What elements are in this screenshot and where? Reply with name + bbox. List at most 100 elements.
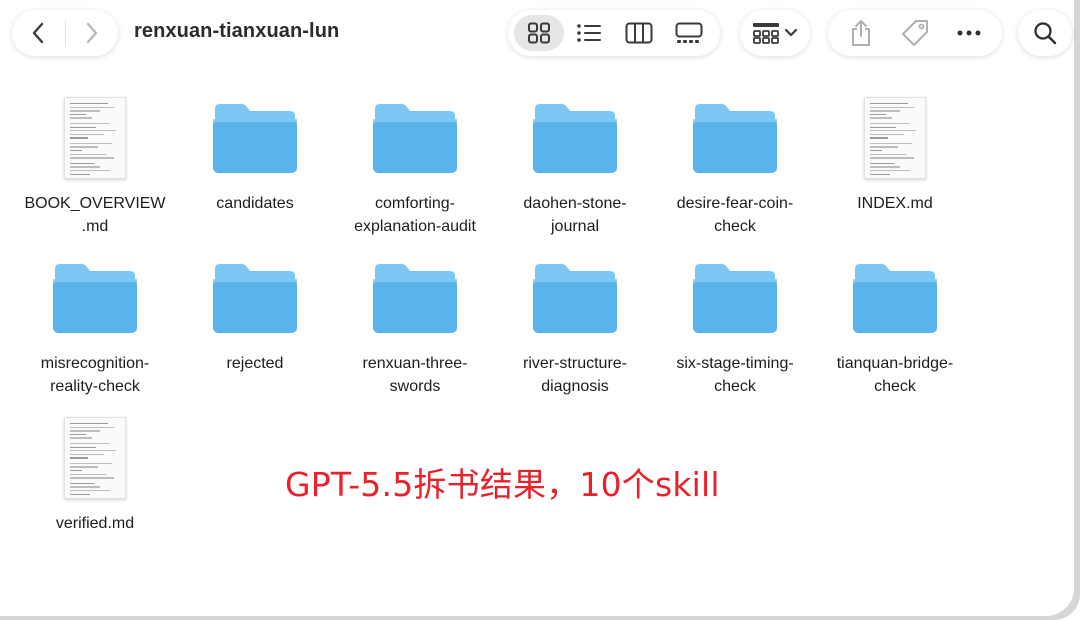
ellipsis-icon [957, 30, 981, 36]
folder-item-daohen-stone-journal[interactable]: daohen-stone- journal [495, 92, 655, 238]
navigation-controls [12, 10, 118, 56]
file-label: six-stage-timing- check [676, 355, 794, 395]
document-text-line [70, 462, 112, 465]
document-text-line [870, 150, 882, 152]
file-item-index[interactable]: INDEX.md [815, 92, 975, 215]
document-text-line [70, 450, 116, 452]
document-text-line [70, 122, 110, 125]
folder-thumbnail [47, 252, 143, 344]
document-text-line [870, 126, 896, 128]
file-label: comforting- explanation-audit [354, 195, 476, 235]
folder-thumbnail [207, 92, 303, 184]
folder-item-desire-fear-coin-check[interactable]: desire-fear-coin- check [655, 92, 815, 238]
document-text-line [870, 110, 900, 112]
icon-view-button[interactable] [514, 15, 564, 51]
folder-item-comforting-explanation-audit[interactable]: comforting- explanation-audit [335, 92, 495, 238]
file-item-verified[interactable]: verified.md [15, 412, 175, 535]
folder-thumbnail [207, 252, 303, 344]
document-text-line [870, 137, 888, 139]
folder-item-river-structure-diagnosis[interactable]: river-structure- diagnosis [495, 252, 655, 398]
document-text-line [70, 106, 114, 108]
document-text-line [870, 122, 910, 125]
document-text-line [70, 166, 100, 168]
folder-icon [533, 104, 617, 173]
file-label: verified.md [55, 515, 135, 532]
grid-icon [528, 22, 550, 44]
document-thumbnail [47, 412, 143, 504]
document-text-line [870, 169, 910, 172]
folder-icon [53, 264, 137, 333]
folder-icon [213, 104, 297, 173]
gallery-view-button[interactable] [664, 15, 714, 51]
search-button[interactable] [1018, 10, 1072, 56]
document-text-line [70, 466, 98, 468]
document-text-line [70, 130, 116, 132]
folder-thumbnail [367, 252, 463, 344]
document-text-line [70, 442, 110, 445]
document-text-line [870, 113, 886, 116]
annotation-text: GPT-5.5拆书结果，10个skill [285, 465, 720, 504]
columns-icon [625, 22, 653, 44]
folder-item-six-stage-timing-check[interactable]: six-stage-timing- check [655, 252, 815, 398]
folder-icon [373, 264, 457, 333]
document-thumbnail [847, 92, 943, 184]
column-view-button[interactable] [614, 15, 664, 51]
document-text-line [70, 473, 106, 475]
document-text-line [870, 103, 908, 105]
folder-item-tianquan-bridge-check[interactable]: tianquan-bridge- check [815, 252, 975, 398]
folder-item-rejected[interactable]: rejected [175, 252, 335, 375]
document-text-line [70, 423, 108, 425]
document-text-line [70, 426, 114, 428]
document-text-line [70, 157, 114, 159]
document-text-line [70, 169, 110, 172]
back-button[interactable] [12, 10, 65, 56]
document-text-line [70, 126, 96, 128]
file-label: INDEX.md [857, 195, 933, 212]
document-text-line [870, 162, 894, 165]
tag-button[interactable] [891, 13, 939, 53]
folder-item-misrecognition-reality-check[interactable]: misrecognition- reality-check [15, 252, 175, 398]
folder-thumbnail [367, 92, 463, 184]
document-text-line [870, 106, 914, 108]
folder-icon [213, 264, 297, 333]
share-button[interactable] [837, 13, 885, 53]
markdown-document-icon [64, 417, 126, 499]
search-icon [1034, 22, 1057, 45]
document-text-line [70, 162, 94, 165]
folder-thumbnail [687, 252, 783, 344]
list-view-button[interactable] [564, 15, 614, 51]
document-text-line [70, 486, 100, 488]
document-text-line [870, 153, 906, 155]
folder-item-candidates[interactable]: candidates [175, 92, 335, 215]
more-button[interactable] [945, 13, 993, 53]
document-text-line [870, 117, 892, 119]
file-label: renxuan-three- swords [362, 355, 468, 395]
document-text-line [70, 482, 94, 485]
folder-icon [693, 264, 777, 333]
action-controls [828, 10, 1002, 56]
folder-icon [693, 104, 777, 173]
document-text-line [70, 150, 82, 152]
document-text-line [70, 457, 88, 459]
tag-icon [902, 20, 928, 46]
file-label: daohen-stone- journal [523, 195, 627, 235]
finder-window: renxuan-tianxuan-lun BOOK_OVERVIEW .md c… [0, 0, 1080, 620]
file-item-book-overview[interactable]: BOOK_OVERVIEW .md [15, 92, 175, 238]
window-content: renxuan-tianxuan-lun BOOK_OVERVIEW .md c… [0, 0, 1074, 616]
forward-button[interactable] [65, 10, 118, 56]
document-text-line [870, 173, 890, 175]
document-thumbnail [47, 92, 143, 184]
file-label: BOOK_OVERVIEW .md [24, 195, 166, 235]
document-text-line [70, 103, 108, 105]
markdown-document-icon [64, 97, 126, 179]
folder-icon [533, 264, 617, 333]
document-text-line [70, 453, 104, 456]
folder-item-renxuan-three-swords[interactable]: renxuan-three- swords [335, 252, 495, 398]
markdown-document-icon [864, 97, 926, 179]
document-text-line [870, 157, 914, 159]
document-text-line [70, 437, 92, 439]
file-label: desire-fear-coin- check [676, 195, 794, 235]
group-by-button[interactable] [740, 10, 810, 56]
document-text-line [70, 446, 96, 448]
file-label: misrecognition- reality-check [40, 355, 150, 395]
